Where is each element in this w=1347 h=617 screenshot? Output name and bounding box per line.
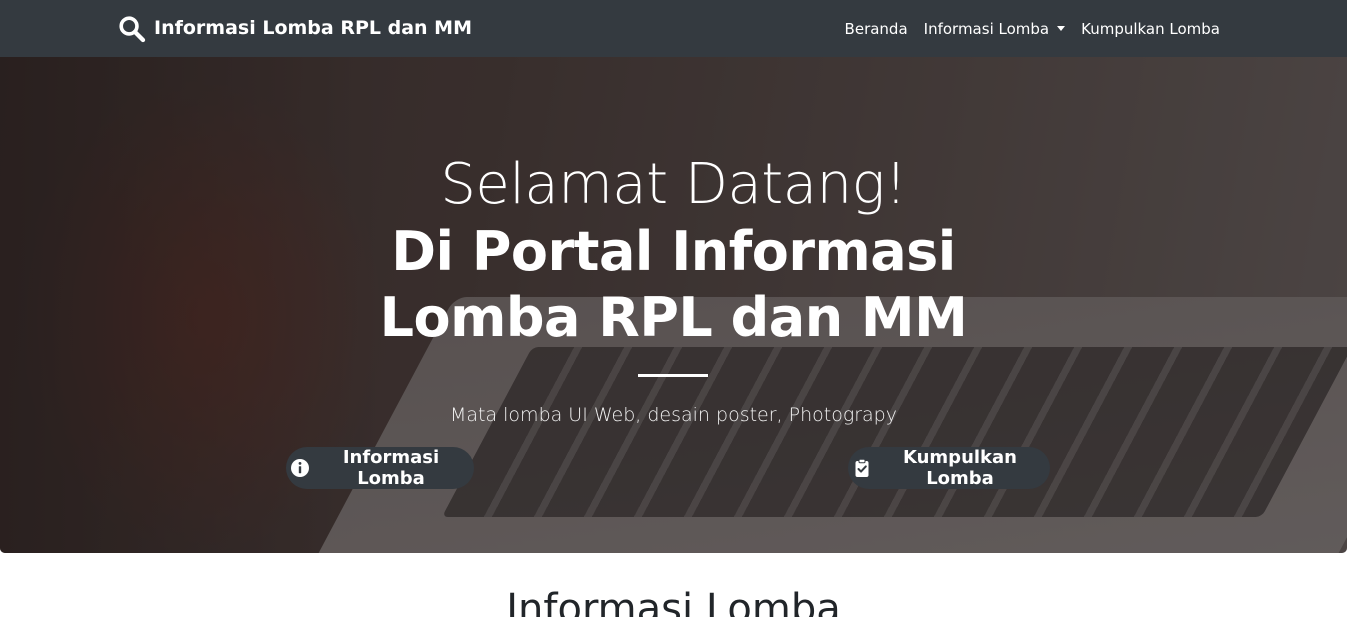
hero-title: Di Portal Informasi Lomba RPL dan MM (0, 219, 1347, 351)
brand-title: Informasi Lomba RPL dan MM (154, 17, 472, 39)
section-title: Informasi Lomba (506, 586, 841, 617)
nav-dropdown-informasi-lomba[interactable]: Informasi Lomba (923, 19, 1066, 38)
nav-links: Beranda Informasi Lomba Kumpulkan Lomba (845, 0, 1220, 57)
info-circle-icon (290, 458, 310, 478)
informasi-lomba-button[interactable]: Informasi Lomba (286, 447, 474, 489)
informasi-lomba-button-label: Informasi Lomba (342, 447, 440, 489)
kumpulkan-lomba-button[interactable]: Kumpulkan Lomba (848, 447, 1050, 489)
nav-link-kumpulkan-lomba[interactable]: Kumpulkan Lomba (1081, 20, 1220, 38)
nav-dropdown-label: Informasi Lomba (923, 19, 1050, 38)
caret-down-icon (1057, 26, 1066, 31)
brand-link[interactable]: Informasi Lomba RPL dan MM (117, 10, 472, 46)
hero-divider (638, 374, 708, 377)
kumpulkan-lomba-button-label: Kumpulkan Lomba (902, 447, 1017, 489)
navbar: Informasi Lomba RPL dan MM Beranda Infor… (0, 0, 1347, 57)
hero-title-text: Di Portal Informasi Lomba RPL dan MM (379, 220, 968, 349)
hero-banner: Selamat Datang! Di Portal Informasi Lomb… (0, 57, 1347, 553)
hero-content: Selamat Datang! Di Portal Informasi Lomb… (0, 57, 1347, 553)
nav-link-beranda[interactable]: Beranda (845, 20, 908, 38)
clipboard-check-icon (852, 458, 872, 478)
hero-subtitle: Mata lomba UI Web, desain poster, Photog… (449, 404, 897, 426)
search-icon (117, 14, 146, 43)
hero-welcome: Selamat Datang! (440, 152, 907, 217)
